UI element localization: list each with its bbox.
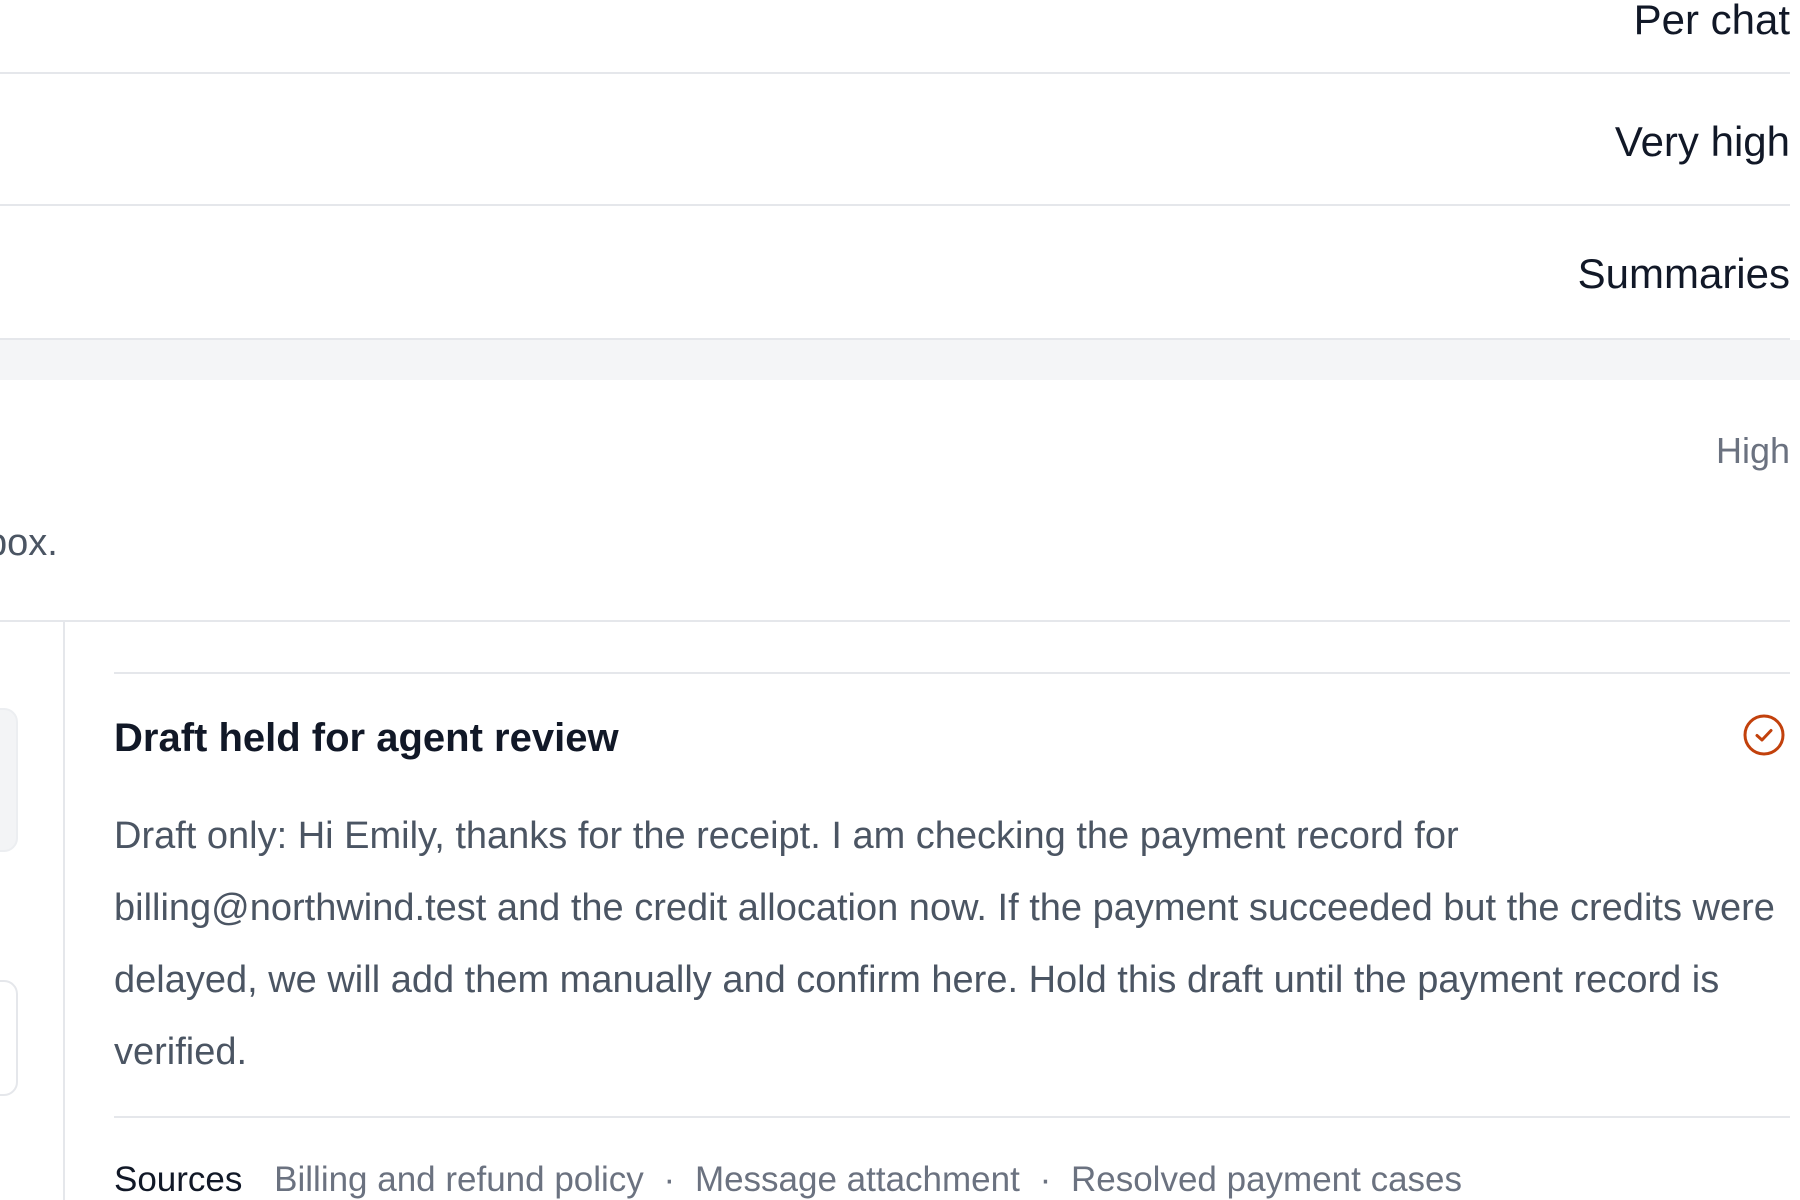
settings-row-value: Per chat bbox=[1633, 0, 1790, 43]
sources-line: Sources Billing and refund policy · Mess… bbox=[114, 1160, 1462, 1200]
draft-card-bottom-divider bbox=[114, 1116, 1790, 1118]
section-separator-band bbox=[0, 340, 1800, 380]
priority-value: High bbox=[1715, 430, 1790, 471]
timeline-rail bbox=[63, 622, 65, 1200]
settings-row-mode[interactable]: Summaries bbox=[0, 206, 1790, 340]
source-separator: · bbox=[663, 1160, 676, 1199]
draft-card-top-divider bbox=[114, 672, 1790, 674]
settings-row-level[interactable]: Very high bbox=[0, 74, 1790, 206]
check-circle-icon-graphic bbox=[1743, 714, 1785, 756]
left-panel-card[interactable] bbox=[0, 708, 18, 852]
settings-row-value: Very high bbox=[1614, 118, 1790, 165]
draft-body-text: Draft only: Hi Emily, thanks for the rec… bbox=[114, 815, 1775, 1073]
left-panel-input[interactable] bbox=[0, 980, 18, 1096]
settings-row-value: Summaries bbox=[1577, 250, 1790, 297]
truncated-description-text: box. bbox=[0, 522, 58, 564]
source-link[interactable]: Message attachment bbox=[695, 1160, 1020, 1199]
section-divider bbox=[0, 620, 1790, 622]
settings-row-chat-scope[interactable]: Per chat bbox=[0, 0, 1790, 74]
source-link[interactable]: Billing and refund policy bbox=[274, 1160, 644, 1199]
source-link[interactable]: Resolved payment cases bbox=[1071, 1160, 1462, 1199]
check-circle-icon[interactable] bbox=[1742, 713, 1786, 757]
sources-label: Sources bbox=[114, 1160, 243, 1199]
source-separator: · bbox=[1039, 1160, 1052, 1199]
draft-title: Draft held for agent review bbox=[114, 716, 619, 760]
page: Per chat Very high Summaries High box. D… bbox=[0, 0, 1800, 1200]
